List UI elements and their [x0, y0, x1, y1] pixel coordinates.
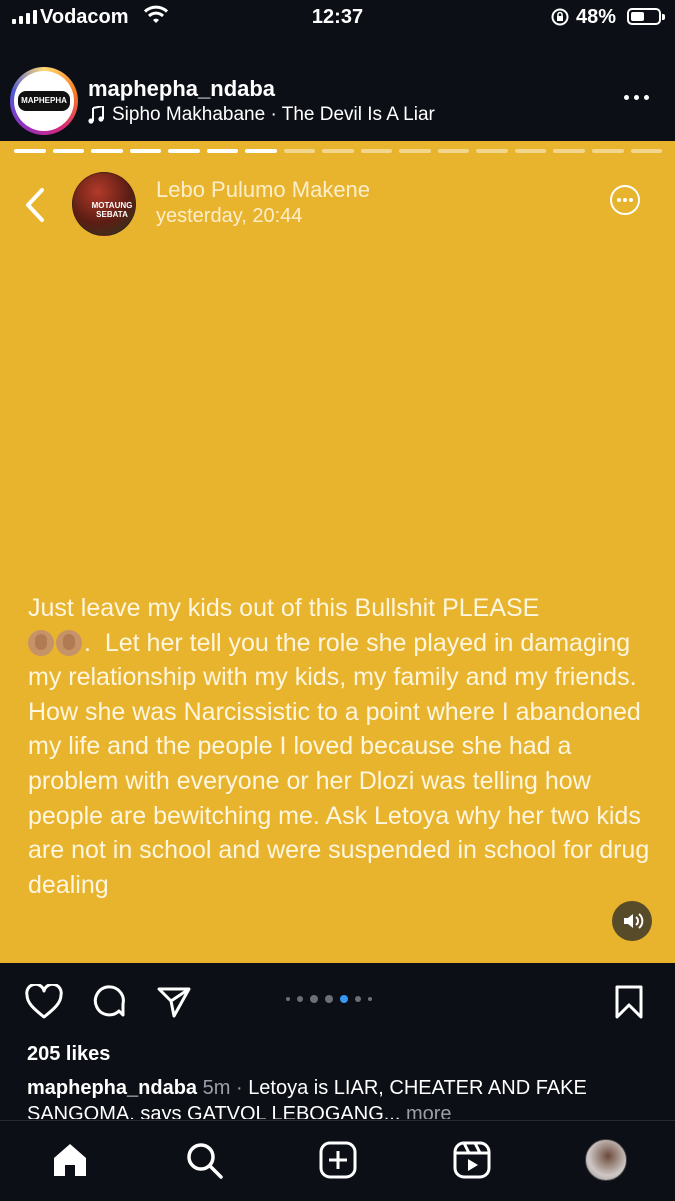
home-icon[interactable]	[50, 1140, 90, 1180]
save-bookmark-icon[interactable]	[614, 984, 644, 1020]
pager-dot	[355, 996, 361, 1002]
pager-dot	[340, 995, 348, 1003]
progress-segment	[91, 149, 123, 153]
clock: 12:37	[311, 6, 364, 28]
music-note-icon	[88, 106, 104, 124]
sound-toggle-button[interactable]	[612, 901, 652, 941]
progress-segment	[399, 149, 431, 153]
caption-time: 5m	[202, 1077, 231, 1099]
avatar-logo-text: MAPHEPHA	[18, 91, 70, 111]
pager-dot	[297, 996, 303, 1002]
profile-avatar[interactable]	[585, 1139, 627, 1181]
progress-segment	[630, 149, 663, 153]
pager-dot	[325, 995, 333, 1003]
speaker-icon	[624, 913, 644, 929]
like-heart-icon[interactable]	[24, 984, 64, 1020]
progress-segment	[514, 149, 547, 153]
clapping-hands-icon	[28, 629, 54, 656]
story-timestamp: yesterday, 20:44	[156, 205, 303, 227]
rotation-lock-icon	[551, 8, 569, 26]
progress-segment	[283, 149, 316, 153]
progress-segment	[206, 149, 239, 153]
pager-dot	[310, 995, 318, 1003]
post-caption: maphepha_ndaba 5m · Letoya is LIAR, CHEA…	[27, 1075, 657, 1119]
story-text-line1: Just leave my kids out of this Bullshit …	[28, 594, 540, 622]
story-avatar-text: MOTAUNG SEBATA	[91, 201, 133, 219]
caption-username[interactable]: maphepha_ndaba	[27, 1077, 197, 1099]
pager-dot	[286, 997, 290, 1001]
status-bar: Vodacom 12:37 48%	[0, 0, 675, 34]
pager-dot	[368, 997, 372, 1001]
progress-segment	[322, 149, 354, 153]
search-icon[interactable]	[184, 1140, 224, 1180]
story-options-icon[interactable]	[610, 185, 640, 215]
progress-segment	[168, 149, 200, 153]
progress-segment	[245, 149, 277, 153]
story-author-avatar[interactable]: MOTAUNG SEBATA	[72, 172, 136, 236]
share-paper-plane-icon[interactable]	[156, 985, 192, 1021]
story-author-name[interactable]: Lebo Pulumo Makene	[156, 177, 370, 203]
story-text-body: Let her tell you the role she played in …	[28, 628, 650, 899]
carousel-pager-dots	[286, 995, 372, 1003]
back-chevron-icon[interactable]	[24, 187, 46, 223]
progress-segment	[129, 149, 162, 153]
progress-segment	[52, 149, 85, 153]
caption-more-link[interactable]: more	[406, 1103, 452, 1119]
battery-icon	[627, 8, 665, 25]
story-progress-bar	[14, 149, 663, 153]
story-text: Just leave my kids out of this Bullshit …	[28, 594, 650, 899]
post-username[interactable]: maphepha_ndaba	[88, 76, 275, 102]
music-attribution[interactable]: Sipho Makhabane · The Devil Is A Liar	[88, 104, 435, 126]
create-icon[interactable]	[318, 1140, 358, 1180]
progress-segment	[591, 149, 624, 153]
post-media[interactable]: MOTAUNG SEBATA Lebo Pulumo Makene yester…	[0, 141, 675, 963]
progress-segment	[476, 149, 508, 153]
music-label: Sipho Makhabane · The Devil Is A Liar	[112, 104, 435, 125]
likes-count[interactable]: 205 likes	[27, 1043, 110, 1066]
comment-icon[interactable]	[92, 985, 128, 1021]
battery-percent: 48%	[576, 6, 617, 28]
post-options-icon[interactable]	[624, 95, 649, 100]
clapping-hands-icon	[56, 629, 82, 656]
progress-segment	[14, 149, 46, 153]
reels-icon[interactable]	[452, 1140, 492, 1180]
progress-segment	[360, 149, 393, 153]
account-avatar[interactable]: MAPHEPHA	[10, 67, 78, 135]
progress-segment	[437, 149, 470, 153]
progress-segment	[553, 149, 585, 153]
